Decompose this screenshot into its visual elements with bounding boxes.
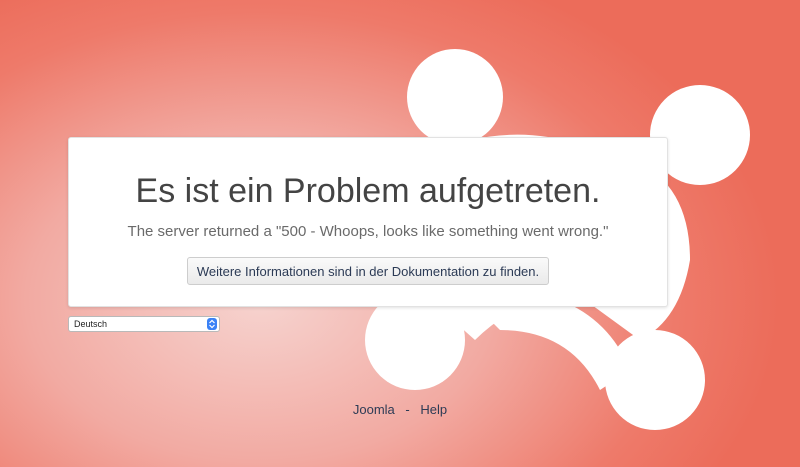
error-message: The server returned a "500 - Whoops, loo… (127, 223, 609, 240)
error-title: Es ist ein Problem aufgetreten. (135, 172, 601, 210)
documentation-button[interactable]: Weitere Informationen sind in der Dokume… (186, 257, 550, 285)
language-select[interactable]: Deutsch (68, 316, 220, 332)
footer: Joomla - Help (0, 402, 800, 417)
footer-link-joomla[interactable]: Joomla (353, 402, 395, 417)
language-select-value: Deutsch (74, 319, 108, 329)
footer-link-help[interactable]: Help (420, 402, 447, 417)
chevron-updown-icon (207, 318, 217, 330)
error-card: Es ist ein Problem aufgetreten. The serv… (68, 137, 668, 307)
footer-separator: - (405, 402, 410, 417)
